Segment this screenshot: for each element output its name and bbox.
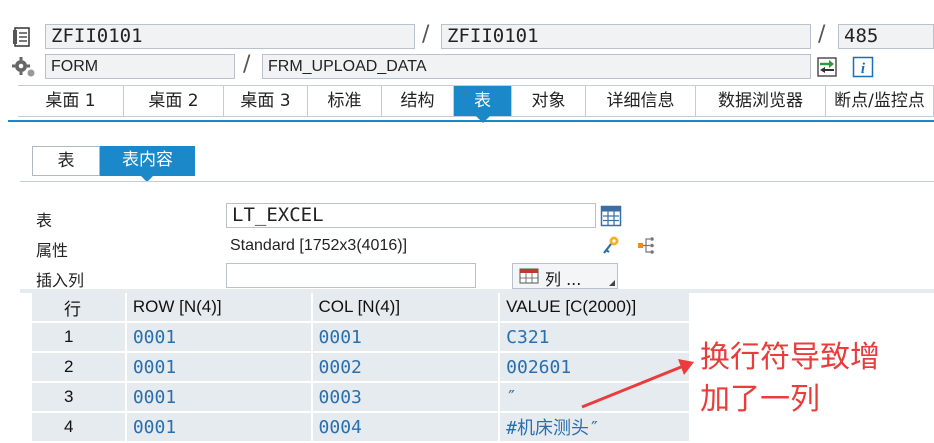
col-header-line[interactable]: 行 [32,293,127,323]
tab-desktop-3[interactable]: 桌面 3 [224,86,308,116]
cell-col[interactable]: 0003 [311,382,501,413]
program-field[interactable]: ZFII0101 [45,24,415,49]
annotation-text: 换行符导致增 加了一列 [700,337,880,421]
cell-row[interactable]: 0001 [125,382,313,413]
col-header-row[interactable]: ROW [N(4)] [125,293,313,323]
cell-row[interactable]: 0001 [125,412,313,443]
tab-desktop-2[interactable]: 桌面 2 [124,86,224,116]
cell-col[interactable]: 0002 [311,352,501,383]
gear-icon [12,56,36,78]
cell-value[interactable]: #机床测头″ [499,412,691,443]
tab-breakpoints[interactable]: 断点/监控点 [826,86,934,116]
tab-standard[interactable]: 标准 [308,86,382,116]
event-type-field[interactable]: FORM [45,54,235,79]
table-view-icon[interactable] [600,205,622,227]
annotation-line-1: 换行符导致增 [700,340,880,375]
cell-col[interactable]: 0001 [311,322,501,353]
key-icon[interactable] [600,235,622,257]
row-number: 3 [32,382,127,413]
col-header-value[interactable]: VALUE [C(2000)] [499,293,691,323]
attribute-value: Standard [1752x3(4016)] [230,237,408,254]
column-button[interactable]: 列 ... [512,263,618,289]
row-number: 4 [32,412,127,443]
insert-column-label: 插入列 [36,271,85,290]
grid-header-row: 行 ROW [N(4)] COL [N(4)] VALUE [C(2000)] [32,293,691,323]
attribute-label: 属性 [36,241,69,260]
dropdown-corner-icon [609,280,615,286]
col-header-col[interactable]: COL [N(4)] [311,293,501,323]
hierarchy-icon[interactable] [636,235,658,257]
cell-row[interactable]: 0001 [125,352,313,383]
table-row[interactable]: 4 0001 0004 #机床测头″ [32,412,691,443]
tab-table[interactable]: 表 [454,86,512,123]
tab-desktop-1[interactable]: 桌面 1 [18,86,124,116]
annotation-arrow [581,359,694,409]
tab-data-explorer[interactable]: 数据浏览器 [696,86,826,116]
event-name-field[interactable]: FRM_UPLOAD_DATA [262,54,811,79]
tab-details[interactable]: 详细信息 [586,86,696,116]
row-number: 2 [32,352,127,383]
tab-objects[interactable]: 对象 [512,86,586,116]
annotation-line-2: 加了一列 [700,382,820,417]
cell-col[interactable]: 0004 [311,412,501,443]
cell-value[interactable]: C321 [499,322,691,353]
table-row[interactable]: 1 0001 0001 C321 [32,322,691,353]
separator: / [818,22,826,47]
cell-row[interactable]: 0001 [125,322,313,353]
column-button-label: 列 ... [545,270,582,289]
subtab-table-contents[interactable]: 表内容 [100,146,195,176]
line-field[interactable]: 485 [838,24,934,49]
info-icon[interactable]: i [852,56,874,78]
tab-structure[interactable]: 结构 [382,86,454,116]
subtab-underline [20,181,934,182]
include-field[interactable]: ZFII0101 [441,24,811,49]
navigate-icon[interactable] [816,56,838,78]
subtab-table[interactable]: 表 [32,146,100,176]
row-number: 1 [32,322,127,353]
table-label: 表 [36,211,53,230]
separator: / [422,22,430,47]
separator: / [243,52,251,77]
main-tab-bar: 桌面 1 桌面 2 桌面 3 标准 结构 表 对象 详细信息 数据浏览器 断点/… [18,85,934,123]
program-icon [12,26,32,48]
insert-column-field[interactable] [226,263,476,288]
grid-icon [519,268,539,284]
table-name-field[interactable]: LT_EXCEL [226,203,596,228]
tab-underline [8,120,934,122]
